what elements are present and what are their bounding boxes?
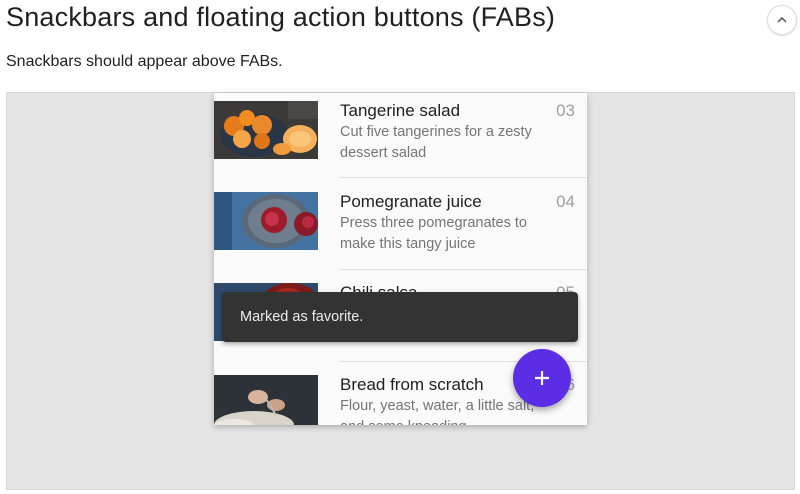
item-description: Press three pomegranates to make this ta…	[340, 215, 527, 252]
list-item[interactable]: Tangerine salad Cut five tangerines for …	[214, 93, 587, 184]
pomegranate-image	[214, 192, 318, 250]
plus-icon	[535, 371, 549, 385]
item-title: Bread from scratch	[340, 375, 484, 394]
snackbar-message: Marked as favorite.	[240, 309, 364, 325]
demo-area: Tangerine salad Cut five tangerines for …	[6, 92, 795, 490]
chevron-up-icon	[777, 16, 787, 23]
page-title: Snackbars and floating action buttons (F…	[6, 2, 556, 32]
phone-screen: Tangerine salad Cut five tangerines for …	[214, 93, 587, 425]
item-description: Flour, yeast, water, a little salt, and …	[340, 398, 535, 425]
tangerines-image	[214, 101, 318, 159]
divider	[340, 269, 587, 270]
divider	[340, 177, 587, 178]
item-number: 04	[556, 192, 575, 211]
item-description: Cut five tangerines for a zesty dessert …	[340, 124, 532, 161]
collapse-button[interactable]	[767, 5, 797, 35]
item-number: 03	[556, 101, 575, 120]
item-title: Tangerine salad	[340, 101, 461, 120]
item-title: Pomegranate juice	[340, 192, 482, 211]
add-fab-button[interactable]	[513, 349, 571, 407]
bread-image	[214, 375, 318, 425]
list-item[interactable]: Pomegranate juice Press three pomegranat…	[214, 184, 587, 275]
snackbar: Marked as favorite.	[222, 292, 578, 342]
page-subtitle: Snackbars should appear above FABs.	[6, 53, 283, 70]
